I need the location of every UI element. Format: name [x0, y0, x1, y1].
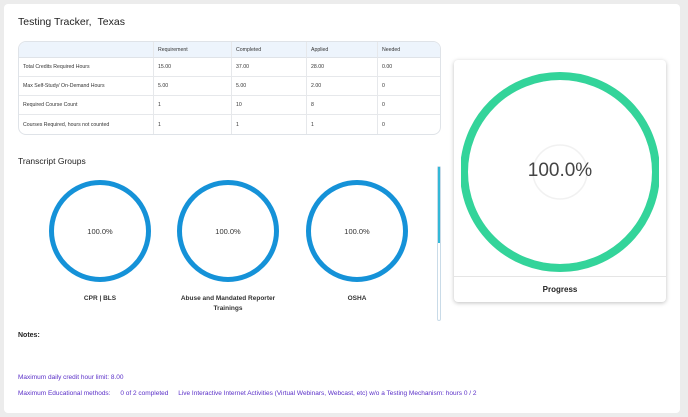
transcript-group-cpr[interactable]: 100.0% CPR | BLS	[45, 180, 155, 304]
table-row: Courses Required, hours not counted 1 1 …	[19, 115, 440, 134]
group-label-line: CPR | BLS	[83, 295, 117, 302]
scrollbar-thumb[interactable]	[438, 167, 440, 243]
table-row: Max Self-Study/ On-Demand Hours 5.00 5.0…	[19, 77, 440, 96]
table-row: Required Course Count 1 10 8 0	[19, 96, 440, 115]
group-label-line: Trainings	[213, 305, 243, 312]
table-cell: Courses Required, hours not counted	[23, 121, 110, 128]
table-row: Total Credits Required Hours 15.00 37.00…	[19, 58, 440, 77]
group-label-line: Abuse and Mandated Reporter	[180, 295, 276, 302]
table-cell: 10	[231, 96, 306, 115]
table-header-cell: Applied	[306, 42, 377, 58]
table-cell: Total Credits Required Hours	[19, 58, 153, 77]
edu-methods-count: 0 of 2 completed	[120, 390, 169, 397]
progress-label: Progress	[542, 285, 578, 294]
group-progress-ring: 100.0%	[306, 180, 408, 282]
group-label: Abuse and Mandated Reporter Trainings	[173, 294, 283, 314]
table-cell: 5.00	[153, 77, 231, 96]
group-progress-ring: 100.0%	[177, 180, 279, 282]
edu-methods-label: Maximum Educational methods:	[18, 390, 111, 397]
group-percent: 100.0%	[215, 226, 241, 236]
group-label: CPR | BLS	[45, 294, 155, 304]
group-percent: 100.0%	[344, 226, 370, 236]
table-cell: 5.00	[231, 77, 306, 96]
title-state: Texas	[97, 16, 125, 28]
table-cell: 0	[377, 96, 440, 115]
table-header-cell: Needed	[377, 42, 440, 58]
transcript-group-osha[interactable]: 100.0% OSHA	[302, 180, 412, 304]
table-cell: 0.00	[377, 58, 440, 77]
table-cell: 2.00	[306, 77, 377, 96]
table-cell: 0	[377, 77, 440, 96]
transcript-group-abuse-reporter[interactable]: 100.0% Abuse and Mandated Reporter Train…	[173, 180, 283, 314]
table-header-row: Requirement Completed Applied Needed	[19, 42, 440, 58]
group-label-line: OSHA	[347, 295, 367, 302]
table-cell: 37.00	[231, 58, 306, 77]
progress-ring: 100.0%	[460, 67, 660, 279]
live-interactive-link[interactable]: Live Interactive Internet Activities (Vi…	[178, 390, 476, 397]
table-cell: 1	[306, 115, 377, 134]
table-header-cell: Requirement	[153, 42, 231, 58]
progress-percent: 100.0%	[527, 160, 593, 181]
table-header-cell	[19, 42, 153, 58]
table-cell: Required Course Count	[19, 96, 153, 115]
table-cell: 1	[231, 115, 306, 134]
title-text: Testing Tracker,	[18, 16, 92, 28]
educational-methods-note: Maximum Educational methods: 0 of 2 comp…	[18, 390, 476, 397]
transcript-scrollbar[interactable]	[437, 166, 441, 321]
group-progress-ring: 100.0%	[49, 180, 151, 282]
table-cell: 28.00	[306, 58, 377, 77]
table-cell: 1	[153, 115, 231, 134]
table-cell: 15.00	[153, 58, 231, 77]
daily-limit-note: Maximum daily credit hour limit: 8.00	[18, 374, 124, 381]
table-cell: Max Self-Study/ On-Demand Hours	[19, 77, 153, 96]
progress-card: 100.0% Progress	[454, 60, 666, 302]
group-label: OSHA	[302, 294, 412, 304]
transcript-groups-title: Transcript Groups	[18, 156, 86, 166]
group-percent: 100.0%	[87, 226, 113, 236]
page-title: Testing Tracker, Texas	[18, 16, 125, 28]
progress-footer: Progress	[454, 276, 666, 302]
requirements-table: Requirement Completed Applied Needed Tot…	[18, 41, 441, 135]
table-header-cell: Completed	[231, 42, 306, 58]
table-cell: 1	[153, 96, 231, 115]
table-cell: 0	[377, 115, 440, 134]
table-cell: 8	[306, 96, 377, 115]
notes-title: Notes:	[18, 332, 40, 339]
